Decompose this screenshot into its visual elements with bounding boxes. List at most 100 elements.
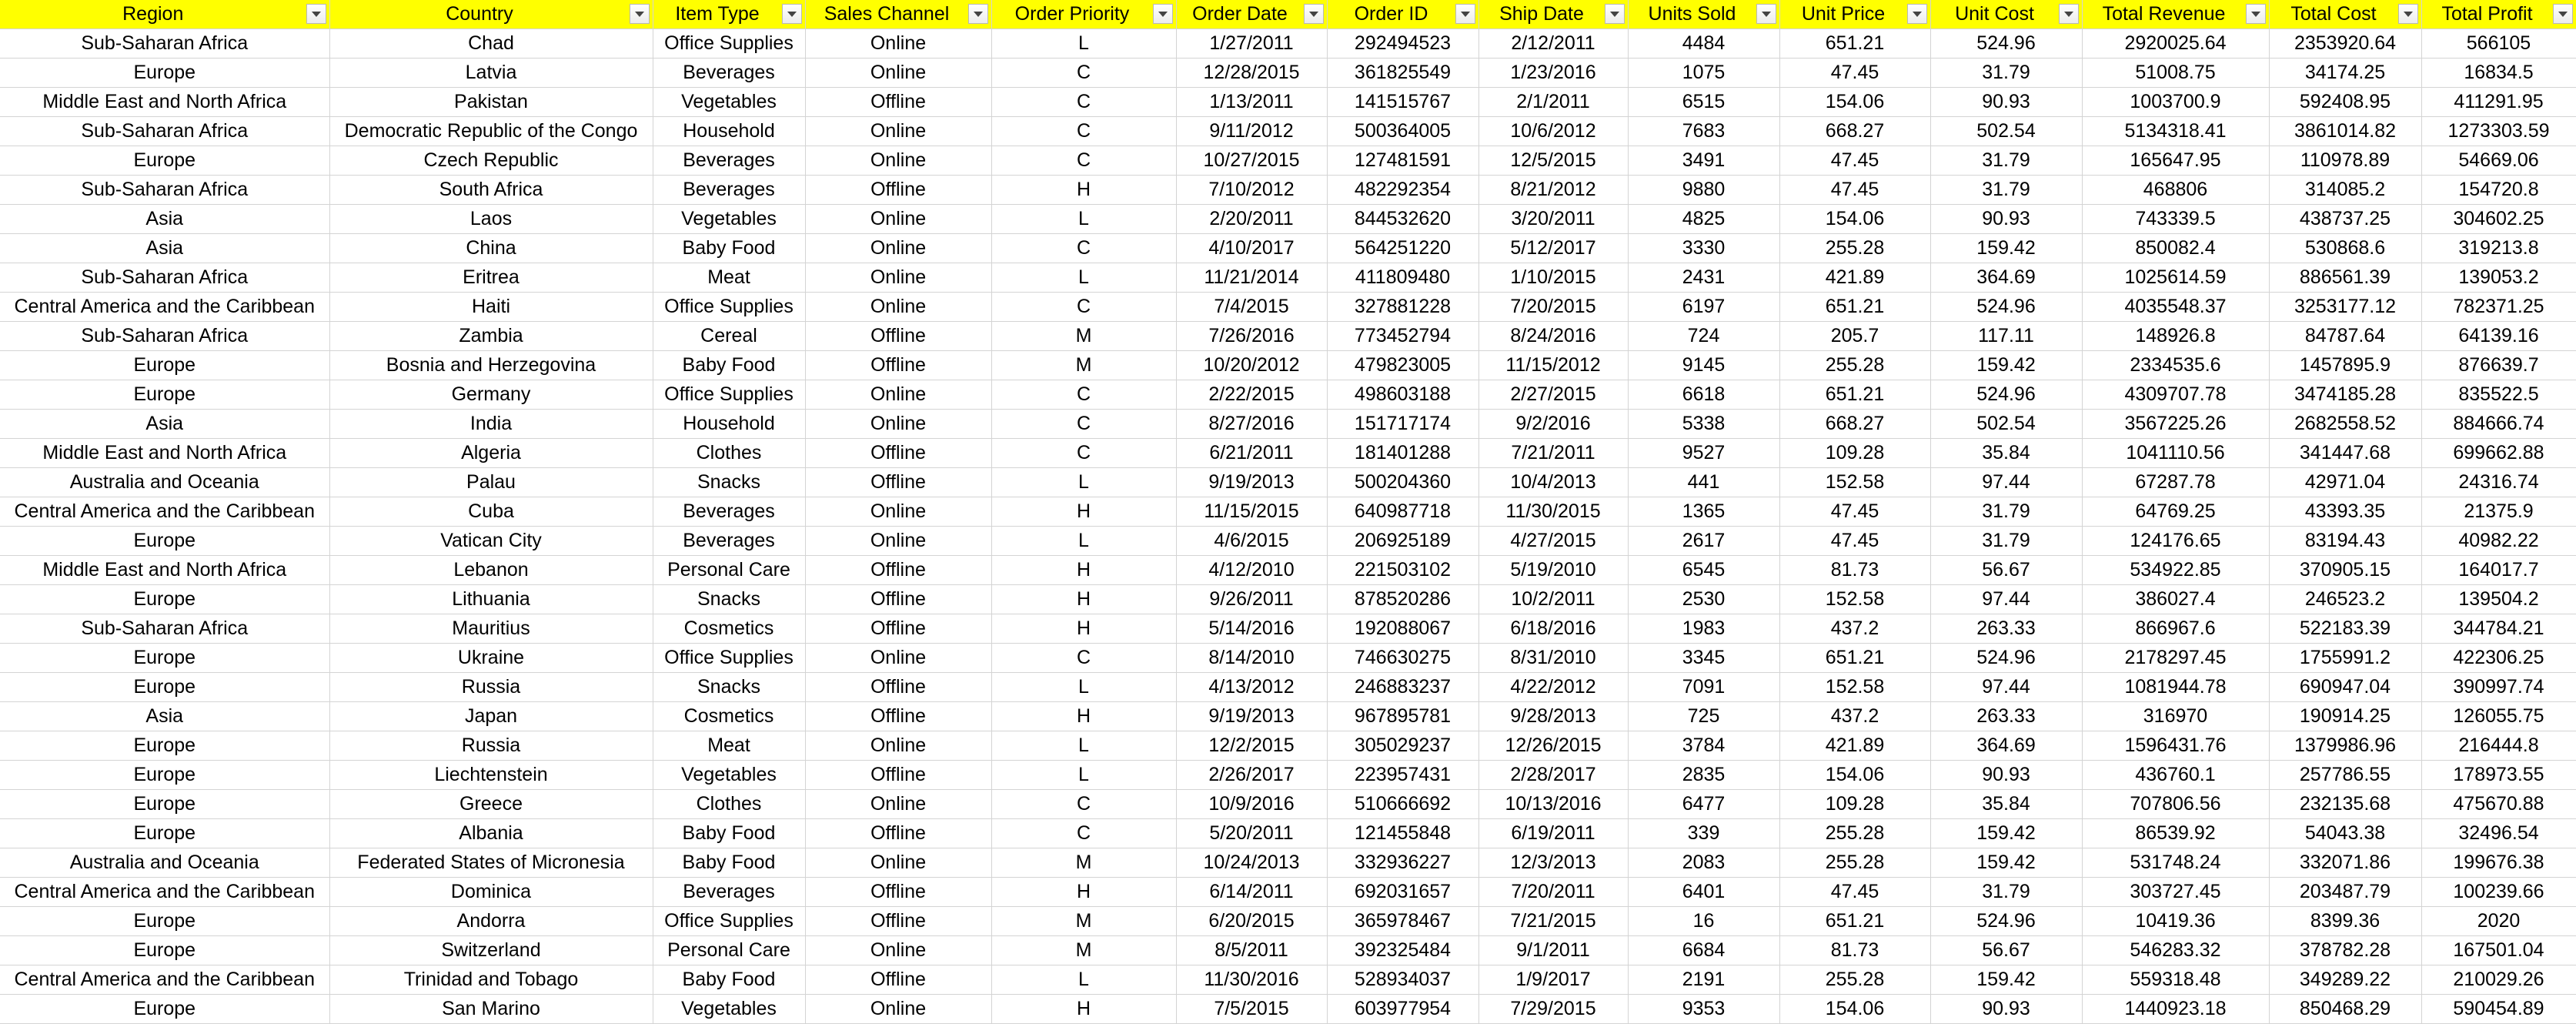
table-cell[interactable]: 2617 — [1628, 526, 1780, 556]
table-cell[interactable]: Europe — [0, 760, 330, 790]
table-cell[interactable]: 255.28 — [1779, 848, 1931, 878]
table-cell[interactable]: Offline — [805, 672, 992, 702]
table-cell[interactable]: 10/20/2012 — [1176, 350, 1328, 380]
table-cell[interactable]: 67287.78 — [2082, 467, 2270, 497]
table-cell[interactable]: 7/21/2011 — [1478, 438, 1629, 468]
table-cell[interactable]: 746630275 — [1327, 643, 1479, 673]
table-cell[interactable]: 392325484 — [1327, 935, 1479, 965]
table-cell[interactable]: Central America and the Caribbean — [0, 877, 330, 907]
table-cell[interactable]: 437.2 — [1779, 701, 1931, 731]
table-cell[interactable]: Offline — [805, 438, 992, 468]
table-cell[interactable]: 109.28 — [1779, 789, 1931, 819]
table-cell[interactable]: 255.28 — [1779, 350, 1931, 380]
table-cell[interactable]: 5/20/2011 — [1176, 818, 1328, 848]
table-cell[interactable]: 9527 — [1628, 438, 1780, 468]
table-cell[interactable]: 305029237 — [1327, 731, 1479, 761]
table-cell[interactable]: 9/2/2016 — [1478, 409, 1629, 439]
table-cell[interactable]: 2431 — [1628, 263, 1780, 293]
table-cell[interactable]: 2835 — [1628, 760, 1780, 790]
table-cell[interactable]: 154.06 — [1779, 760, 1931, 790]
table-cell[interactable]: Snacks — [653, 584, 806, 614]
table-cell[interactable]: Asia — [0, 701, 330, 731]
table-cell[interactable]: 546283.32 — [2082, 935, 2270, 965]
table-cell[interactable]: Central America and the Caribbean — [0, 292, 330, 322]
table-cell[interactable]: South Africa — [329, 175, 653, 205]
table-cell[interactable]: 21375.9 — [2421, 497, 2576, 527]
table-cell[interactable]: 7/26/2016 — [1176, 321, 1328, 351]
table-cell[interactable]: India — [329, 409, 653, 439]
table-cell[interactable]: 110978.89 — [2269, 146, 2422, 176]
table-cell[interactable]: 246883237 — [1327, 672, 1479, 702]
table-cell[interactable]: C — [991, 380, 1177, 410]
table-cell[interactable]: Cosmetics — [653, 701, 806, 731]
table-cell[interactable]: Offline — [805, 555, 992, 585]
table-cell[interactable]: 7/5/2015 — [1176, 994, 1328, 1024]
table-cell[interactable]: 6/18/2016 — [1478, 614, 1629, 644]
table-cell[interactable]: 47.45 — [1779, 146, 1931, 176]
table-cell[interactable]: Vegetables — [653, 994, 806, 1024]
table-cell[interactable]: 159.42 — [1930, 818, 2083, 848]
table-cell[interactable]: 438737.25 — [2269, 204, 2422, 234]
table-cell[interactable]: 8/31/2010 — [1478, 643, 1629, 673]
table-cell[interactable]: 9880 — [1628, 175, 1780, 205]
table-cell[interactable]: Ukraine — [329, 643, 653, 673]
table-cell[interactable]: Chad — [329, 28, 653, 59]
table-cell[interactable]: 31.79 — [1930, 58, 2083, 88]
table-cell[interactable]: 436760.1 — [2082, 760, 2270, 790]
table-cell[interactable]: 692031657 — [1327, 877, 1479, 907]
table-cell[interactable]: 97.44 — [1930, 467, 2083, 497]
table-cell[interactable]: 3345 — [1628, 643, 1780, 673]
table-cell[interactable]: 81.73 — [1779, 555, 1931, 585]
table-cell[interactable]: 316970 — [2082, 701, 2270, 731]
table-cell[interactable]: Online — [805, 292, 992, 322]
table-cell[interactable]: Vegetables — [653, 87, 806, 117]
table-cell[interactable]: 2/1/2011 — [1478, 87, 1629, 117]
table-cell[interactable]: 3474185.28 — [2269, 380, 2422, 410]
table-cell[interactable]: 1075 — [1628, 58, 1780, 88]
table-cell[interactable]: 221503102 — [1327, 555, 1479, 585]
table-cell[interactable]: L — [991, 731, 1177, 761]
table-cell[interactable]: 2020 — [2421, 906, 2576, 936]
table-cell[interactable]: Latvia — [329, 58, 653, 88]
table-cell[interactable]: Europe — [0, 643, 330, 673]
table-cell[interactable]: 216444.8 — [2421, 731, 2576, 761]
table-cell[interactable]: 1081944.78 — [2082, 672, 2270, 702]
table-cell[interactable]: 390997.74 — [2421, 672, 2576, 702]
table-cell[interactable]: Personal Care — [653, 555, 806, 585]
table-cell[interactable]: C — [991, 438, 1177, 468]
table-cell[interactable]: 564251220 — [1327, 233, 1479, 263]
table-cell[interactable]: 349289.22 — [2269, 965, 2422, 995]
table-cell[interactable]: 7/20/2011 — [1478, 877, 1629, 907]
table-cell[interactable]: Online — [805, 643, 992, 673]
table-cell[interactable]: 3861014.82 — [2269, 116, 2422, 146]
table-cell[interactable]: 11/30/2016 — [1176, 965, 1328, 995]
table-cell[interactable]: Asia — [0, 204, 330, 234]
table-cell[interactable]: 3253177.12 — [2269, 292, 2422, 322]
table-cell[interactable]: Trinidad and Tobago — [329, 965, 653, 995]
table-cell[interactable]: 510666692 — [1327, 789, 1479, 819]
table-cell[interactable]: 2178297.45 — [2082, 643, 2270, 673]
table-cell[interactable]: Offline — [805, 965, 992, 995]
table-cell[interactable]: 314085.2 — [2269, 175, 2422, 205]
table-cell[interactable]: 6197 — [1628, 292, 1780, 322]
column-header-total-cost[interactable]: Total Cost — [2269, 0, 2422, 29]
table-cell[interactable]: 64139.16 — [2421, 321, 2576, 351]
table-cell[interactable]: 232135.68 — [2269, 789, 2422, 819]
table-cell[interactable]: Beverages — [653, 58, 806, 88]
table-cell[interactable]: 47.45 — [1779, 497, 1931, 527]
table-cell[interactable]: 364.69 — [1930, 731, 2083, 761]
table-cell[interactable]: 2083 — [1628, 848, 1780, 878]
table-cell[interactable]: 4035548.37 — [2082, 292, 2270, 322]
table-cell[interactable]: 5134318.41 — [2082, 116, 2270, 146]
table-cell[interactable]: 5/12/2017 — [1478, 233, 1629, 263]
table-cell[interactable]: 707806.56 — [2082, 789, 2270, 819]
table-cell[interactable]: Palau — [329, 467, 653, 497]
column-header-region[interactable]: Region — [0, 0, 330, 29]
table-cell[interactable]: Switzerland — [329, 935, 653, 965]
table-cell[interactable]: Online — [805, 263, 992, 293]
table-cell[interactable]: 139053.2 — [2421, 263, 2576, 293]
table-cell[interactable]: 159.42 — [1930, 965, 2083, 995]
table-cell[interactable]: 482292354 — [1327, 175, 1479, 205]
table-cell[interactable]: 339 — [1628, 818, 1780, 848]
table-cell[interactable]: Zambia — [329, 321, 653, 351]
